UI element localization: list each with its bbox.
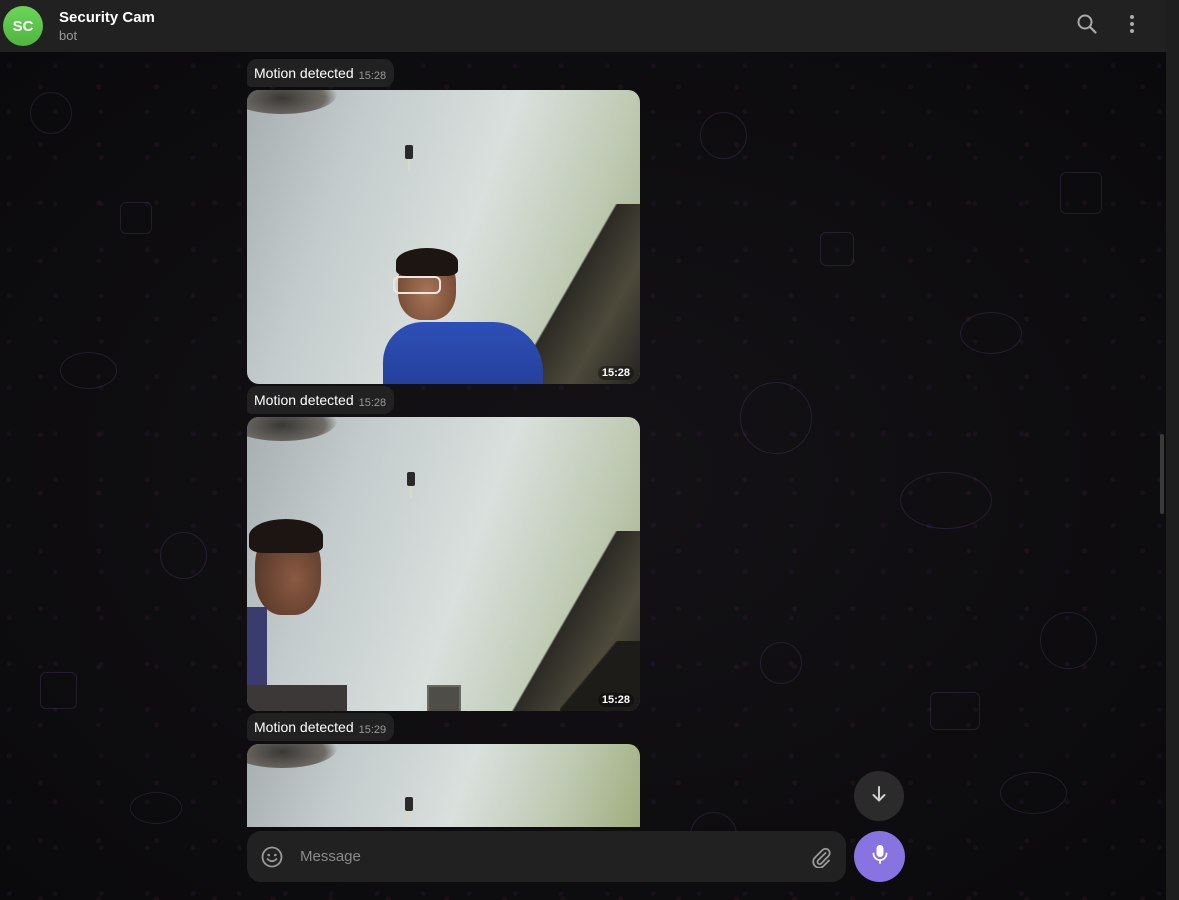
wallpaper-doodle bbox=[130, 792, 182, 824]
photo-message[interactable] bbox=[247, 744, 640, 827]
photo-object bbox=[247, 685, 347, 711]
emoji-icon[interactable] bbox=[260, 845, 284, 869]
wallpaper-doodle bbox=[40, 672, 77, 709]
voice-record-button[interactable] bbox=[854, 831, 905, 882]
wallpaper-doodle bbox=[60, 352, 117, 389]
ceiling-lamp bbox=[407, 472, 415, 498]
photo-message[interactable]: 15:28 bbox=[247, 90, 640, 384]
search-button[interactable] bbox=[1071, 10, 1103, 42]
photo-message[interactable]: 15:28 bbox=[247, 417, 640, 711]
photo-time: 15:28 bbox=[597, 366, 634, 380]
glasses bbox=[393, 276, 441, 294]
wallpaper-doodle bbox=[900, 472, 992, 529]
caption-text: Motion detected bbox=[254, 392, 354, 408]
wallpaper-doodle bbox=[120, 202, 152, 234]
caption-text: Motion detected bbox=[254, 65, 354, 81]
wallpaper-doodle bbox=[820, 232, 854, 266]
chat-status: bot bbox=[59, 27, 78, 43]
ceiling-lamp bbox=[405, 145, 413, 171]
scroll-down-button[interactable] bbox=[854, 771, 904, 821]
scrollbar-track[interactable] bbox=[1166, 0, 1179, 900]
microphone-icon bbox=[869, 843, 891, 870]
photo-time: 15:28 bbox=[597, 693, 634, 707]
caption-text: Motion detected bbox=[254, 719, 354, 735]
person-shirt bbox=[383, 322, 543, 384]
wallpaper-doodle bbox=[1060, 172, 1102, 214]
message-time: 15:29 bbox=[358, 724, 387, 736]
wallpaper-doodle bbox=[700, 112, 747, 159]
message-caption[interactable]: Motion detected 15:28 bbox=[247, 386, 395, 414]
paperclip-icon[interactable] bbox=[810, 846, 832, 868]
wallpaper-doodle bbox=[160, 532, 207, 579]
message-composer bbox=[247, 831, 846, 882]
wallpaper-doodle bbox=[930, 692, 980, 730]
message-time: 15:28 bbox=[358, 397, 387, 409]
wall-socket bbox=[427, 685, 461, 711]
wallpaper-doodle bbox=[760, 642, 802, 684]
message-input[interactable] bbox=[298, 847, 810, 866]
chat-title: Security Cam bbox=[59, 8, 155, 26]
wallpaper-doodle bbox=[30, 92, 72, 134]
message-time: 15:28 bbox=[358, 70, 387, 82]
chat-header: SC Security Cam bot bbox=[0, 0, 1166, 52]
ceiling-lamp bbox=[405, 797, 413, 823]
scrollbar-thumb[interactable] bbox=[1160, 434, 1164, 514]
avatar[interactable]: SC bbox=[3, 6, 43, 46]
wallpaper-doodle bbox=[1000, 772, 1067, 814]
person-hair bbox=[249, 519, 323, 553]
wallpaper-doodle bbox=[960, 312, 1022, 354]
chat-title-block[interactable]: Security Cam bot bbox=[59, 9, 155, 44]
person-hair bbox=[396, 248, 458, 276]
arrow-down-icon bbox=[870, 785, 888, 808]
wallpaper-doodle bbox=[740, 382, 812, 454]
search-icon bbox=[1076, 13, 1098, 40]
more-menu-button[interactable] bbox=[1116, 10, 1148, 42]
message-caption[interactable]: Motion detected 15:29 bbox=[247, 713, 395, 741]
person-arm bbox=[247, 607, 267, 687]
more-vertical-icon bbox=[1129, 14, 1135, 39]
wallpaper-doodle bbox=[1040, 612, 1097, 669]
message-caption[interactable]: Motion detected 15:28 bbox=[247, 59, 395, 87]
